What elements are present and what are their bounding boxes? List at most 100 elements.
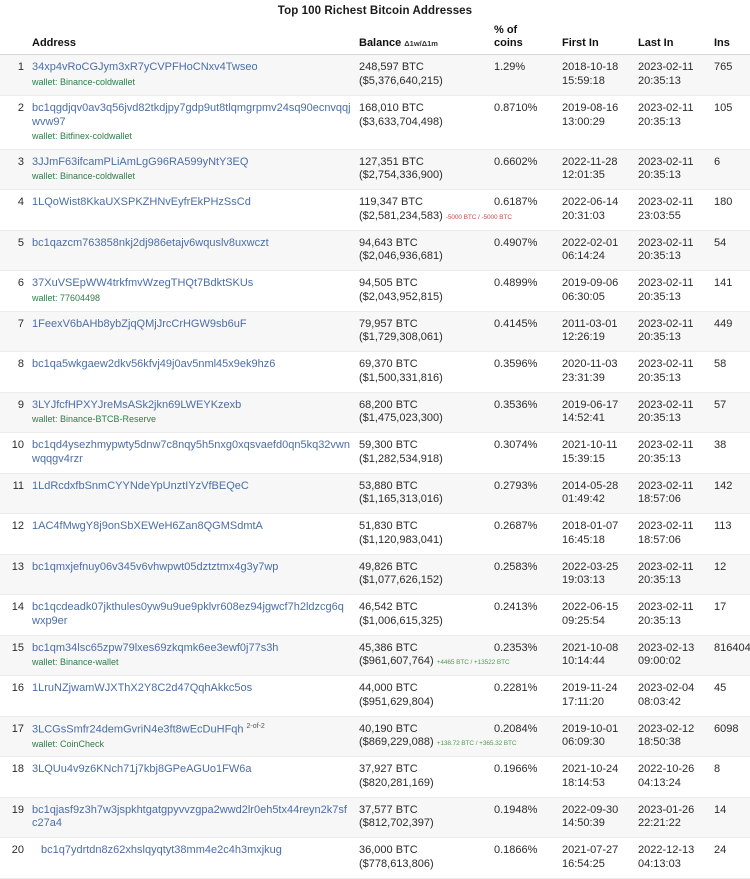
address-link[interactable]: 3JJmF63ifcamPLiAmLgG96RA599yNtY3EQ (32, 156, 248, 168)
wallet-label[interactable]: wallet: CoinCheck (32, 739, 351, 750)
address-link[interactable]: bc1q7ydrtdn8z62xhslqyqtyt38mm4e2c4h3mxjk… (32, 844, 282, 858)
wallet-label[interactable]: wallet: Binance-coldwallet (32, 77, 351, 88)
last-in-date: 2023-02-11 (638, 196, 694, 209)
row-percent-of-coins: 0.6602% (490, 149, 558, 191)
column-header-percent-line1: % of (494, 24, 518, 36)
wallet-label[interactable]: wallet: Binance-coldwallet (32, 171, 351, 182)
row-balance-cell: 51,830 BTC ($1,120,983,041) (355, 513, 490, 555)
row-ins-count: 142 (710, 473, 750, 515)
last-in-time: 20:35:13 (638, 452, 681, 465)
balance-primary: 168,010 BTC ($3,633,704,498) (359, 101, 443, 128)
row-ins-count: 816404 (710, 635, 750, 677)
row-balance-cell: 37,927 BTC ($820,281,169) (355, 756, 490, 798)
row-balance-cell: 119,347 BTC ($2,581,234,583) -5000 BTC / -… (355, 189, 512, 231)
row-percent-of-coins: 0.8710% (490, 95, 558, 150)
first-in-date: 2019-06-17 (562, 398, 619, 411)
row-first-in: 2019-06-17 14:52:41 (558, 392, 634, 434)
address-link[interactable]: 1FeexV6bAHb8ybZjqQMjJrcCrHGW9sb6uF (32, 318, 247, 330)
first-in-date: 2022-09-30 (562, 803, 619, 816)
table-row: 16 1LruNZjwamWJXThX2Y8C2d47QqhAkkc5os 44,0… (0, 675, 750, 717)
first-in-time: 20:31:03 (562, 209, 605, 222)
address-link[interactable]: 1LruNZjwamWJXThX2Y8C2d47QqhAkkc5os (32, 682, 252, 694)
row-ins-count: 38 (710, 432, 750, 474)
last-in-time: 04:13:24 (638, 776, 681, 789)
balance-primary: 36,000 BTC ($778,613,806) (359, 844, 434, 870)
row-ins-count: 105 (710, 95, 750, 150)
address-link[interactable]: bc1qazcm763858nkj2dj986etajv6wquslv8uxwc… (32, 237, 269, 249)
row-first-in: 2022-06-15 09:25:54 (558, 594, 634, 636)
last-in-time: 08:03:42 (638, 695, 681, 708)
address-link[interactable]: 3LYJfcfHPXYJreMsASk2jkn69LWEYKzexb (32, 399, 241, 411)
row-percent-of-coins: 0.2353% (490, 635, 558, 677)
address-link[interactable]: bc1qmxjefnuy06v345v6vhwpwt05dztztmx4g3y7… (32, 561, 278, 573)
row-first-in: 2018-10-18 15:59:18 (558, 54, 634, 96)
address-link[interactable]: 3LCGsSmfr24demGvriN4e3ft8wEcDuHFqh (32, 723, 244, 735)
first-in-time: 06:09:30 (562, 736, 605, 749)
table-row: 1 34xp4vRoCGJym3xR7yCVPFHoCNxv4Twseo walle… (0, 54, 750, 96)
last-in-date: 2023-02-11 (638, 520, 694, 533)
first-in-date: 2019-08-16 (562, 101, 619, 114)
column-header-first-in[interactable]: First In (558, 22, 634, 56)
address-link[interactable]: 1LQoWist8KkaUXSPKZHNvEyfrEkPHzSsCd (32, 196, 251, 208)
row-percent-of-coins: 0.2413% (490, 594, 558, 636)
row-last-in: 2022-10-26 04:13:24 (634, 756, 710, 798)
row-ins-count: 8 (710, 756, 750, 798)
last-in-time: 20:35:13 (638, 371, 681, 384)
balance-primary: 45,386 BTC (359, 641, 418, 654)
row-balance-cell: 59,300 BTC ($1,282,534,918) (355, 432, 490, 474)
column-header-ins-label: Ins (714, 36, 730, 49)
row-first-in: 2014-05-28 01:49:42 (558, 473, 634, 515)
wallet-label[interactable]: wallet: Bitfinex-coldwallet (32, 131, 351, 142)
row-balance-cell: 40,190 BTC ($869,229,088) +138.72 BTC / +3… (355, 716, 517, 758)
column-header-last-in[interactable]: Last In (634, 22, 710, 56)
row-address-cell: 1FeexV6bAHb8ybZjqQMjJrcCrHGW9sb6uF (28, 311, 355, 353)
address-link[interactable]: 34xp4vRoCGJym3xR7yCVPFHoCNxv4Twseo (32, 61, 258, 73)
row-first-in: 2022-11-28 12:01:35 (558, 149, 634, 191)
address-link[interactable]: 3LQUu4v9z6KNch71j7kbj8GPeAGUo1FW6a (32, 763, 252, 775)
column-header-percent-of-coins[interactable]: % of coins (490, 22, 558, 56)
column-header-ins[interactable]: Ins (710, 22, 750, 56)
column-header-balance[interactable]: Balance Δ1w/Δ1m (355, 22, 490, 56)
row-percent-of-coins: 0.2687% (490, 513, 558, 555)
address-link[interactable]: 1AC4fMwgY8j9onSbXEWeH6Zan8QGMSdmtA (32, 520, 263, 532)
last-in-time: 20:35:13 (638, 75, 681, 88)
balance-primary: 46,542 BTC ($1,006,615,325) (359, 601, 443, 627)
address-link[interactable]: bc1qm34lsc65zpw79lxes69zkqmk6ee3ewf0j77s… (32, 642, 278, 654)
row-percent-of-coins: 0.1966% (490, 756, 558, 798)
wallet-label[interactable]: wallet: Binance-wallet (32, 657, 351, 668)
column-header-address[interactable]: Address (28, 22, 355, 56)
row-last-in: 2023-02-11 20:35:13 (634, 230, 710, 272)
wallet-label[interactable]: wallet: Binance-BTCB-Reserve (32, 414, 351, 425)
address-link[interactable]: bc1qgdjqv0av3q56jvd82tkdjpy7gdp9ut8tlqmg… (32, 102, 351, 128)
row-ins-count: 58 (710, 351, 750, 393)
row-percent-of-coins: 0.2084% (490, 716, 558, 758)
table-row: 18 3LQUu4v9z6KNch71j7kbj8GPeAGUo1FW6a 37,9… (0, 756, 750, 798)
last-in-date: 2023-02-11 (638, 277, 694, 290)
table-row: 14 bc1qcdeadk07jkthules0yw9u9ue9pklvr608e… (0, 594, 750, 636)
row-first-in: 2018-01-07 16:45:18 (558, 513, 634, 555)
balance-delta: +138.72 BTC / +365.32 BTC (436, 740, 517, 748)
first-in-date: 2022-11-28 (562, 155, 618, 168)
address-link[interactable]: bc1qjasf9z3h7w3jspkhtgatgpyvvzgpa2wwd2lr… (32, 804, 347, 830)
address-link[interactable]: 1LdRcdxfbSnmCYYNdeYpUnztIYzVfBEQeC (32, 480, 249, 492)
balance-primary: 37,577 BTC ($812,702,397) (359, 803, 434, 830)
wallet-label[interactable]: wallet: 77604498 (32, 293, 351, 304)
row-last-in: 2023-02-11 20:35:13 (634, 149, 710, 191)
row-balance-cell: 45,386 BTC ($961,607,764) +4465 BTC / +135… (355, 635, 510, 677)
first-in-date: 2022-06-14 (562, 196, 619, 209)
page-root: Top 100 Richest Bitcoin Addresses Addres… (0, 0, 750, 879)
address-link[interactable]: 37XuVSEpWW4trkfmvWzegTHQt7BdktSKUs (32, 277, 253, 289)
row-address-cell: 37XuVSEpWW4trkfmvWzegTHQt7BdktSKUs wallet… (28, 270, 355, 312)
balance-primary: 53,880 BTC ($1,165,313,016) (359, 479, 443, 506)
row-percent-of-coins: 0.6187% (490, 189, 558, 231)
row-rank: 12 (0, 513, 28, 555)
address-link[interactable]: bc1qa5wkgaew2dkv56kfvj49j0av5nml45x9ek9h… (32, 358, 275, 370)
balance-usd: ($961,607,764) +4465 BTC / +13522 BTC (359, 655, 510, 668)
row-percent-of-coins: 0.3596% (490, 351, 558, 393)
row-ins-count: 6 (710, 149, 750, 191)
address-link[interactable]: bc1qcdeadk07jkthules0yw9u9ue9pklvr608ez9… (32, 601, 344, 627)
row-balance-cell: 46,542 BTC ($1,006,615,325) (355, 594, 490, 636)
address-link[interactable]: bc1qd4ysezhmypwty5dnw7c8nqy5h5nxg0xqsvae… (32, 439, 350, 465)
first-in-date: 2011-03-01 (562, 317, 618, 330)
row-rank: 18 (0, 756, 28, 798)
